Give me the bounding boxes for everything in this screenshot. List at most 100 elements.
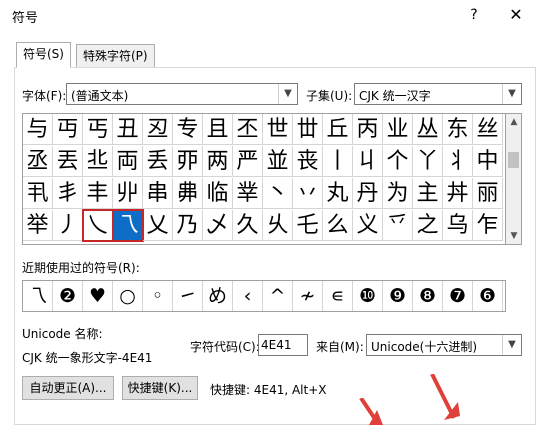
- from-select[interactable]: Unicode(十六进制) ▼: [366, 334, 522, 356]
- recent-symbol-cell[interactable]: ❻: [473, 281, 503, 311]
- font-label: 字体(F):: [22, 89, 67, 103]
- symbol-cell[interactable]: 丸: [323, 178, 353, 209]
- symbol-cell[interactable]: 丹: [353, 178, 383, 209]
- recent-symbol-cell[interactable]: ㇀: [173, 281, 203, 311]
- symbol-cell[interactable]: 乇: [293, 210, 323, 241]
- recent-symbol-cell[interactable]: ❷: [53, 281, 83, 311]
- symbol-cell[interactable]: 业: [383, 114, 413, 145]
- symbol-cell[interactable]: 丣: [173, 146, 203, 177]
- subset-select[interactable]: CJK 统一汉字 ▼: [354, 83, 522, 105]
- symbol-cell[interactable]: 乀: [82, 209, 114, 242]
- recent-symbol-cell[interactable]: ≁: [293, 281, 323, 311]
- recent-symbol-cell[interactable]: ❿: [353, 281, 383, 311]
- symbol-cell[interactable]: 临: [203, 178, 233, 209]
- symbol-cell[interactable]: 丕: [233, 114, 263, 145]
- recent-symbol-cell[interactable]: ^: [263, 281, 293, 311]
- symbol-cell[interactable]: 丛: [413, 114, 443, 145]
- symbol-cell[interactable]: 丙: [353, 114, 383, 145]
- symbol-cell[interactable]: 中: [473, 146, 503, 177]
- symbol-cell[interactable]: 丮: [23, 178, 53, 209]
- from-label: 来自(M):: [316, 340, 364, 354]
- symbol-cell[interactable]: 丐: [83, 114, 113, 145]
- symbol-cell[interactable]: 丫: [413, 146, 443, 177]
- symbol-cell[interactable]: 並: [263, 146, 293, 177]
- close-button[interactable]: ✕: [500, 2, 532, 28]
- symbol-cell[interactable]: 个: [383, 146, 413, 177]
- symbol-cell[interactable]: 乌: [443, 210, 473, 241]
- symbol-cell[interactable]: 举: [23, 210, 53, 241]
- symbol-cell[interactable]: 久: [233, 210, 263, 241]
- symbol-cell[interactable]: 丿: [53, 210, 83, 241]
- symbol-cell[interactable]: 丘: [323, 114, 353, 145]
- symbol-cell[interactable]: 之: [413, 210, 443, 241]
- symbol-cell[interactable]: 主: [413, 178, 443, 209]
- tab-symbols[interactable]: 符号(S): [16, 42, 71, 68]
- scroll-up-icon[interactable]: ▲: [506, 114, 522, 130]
- symbol-cell[interactable]: 串: [143, 178, 173, 209]
- title-bar: 符号 ? ✕: [0, 0, 546, 32]
- symbol-cell[interactable]: 丠: [83, 146, 113, 177]
- symbol-cell[interactable]: 乆: [263, 210, 293, 241]
- tab-special-characters[interactable]: 特殊字符(P): [76, 44, 155, 68]
- symbol-cell[interactable]: 丰: [83, 178, 113, 209]
- symbol-cell[interactable]: 丏: [53, 114, 83, 145]
- shortcut-info: 快捷键: 4E41, Alt+X: [210, 383, 327, 397]
- symbol-cell[interactable]: 乄: [203, 210, 233, 241]
- symbol-cell[interactable]: 严: [233, 146, 263, 177]
- symbol-cell[interactable]: 与: [23, 114, 53, 145]
- symbol-cell[interactable]: 丨: [323, 146, 353, 177]
- recent-symbol-cell[interactable]: ♥: [83, 281, 113, 311]
- symbol-cell[interactable]: 丶: [263, 178, 293, 209]
- symbol-cell[interactable]: 丝: [473, 114, 503, 145]
- symbol-cell[interactable]: 丽: [473, 178, 503, 209]
- symbol-cell[interactable]: 两: [203, 146, 233, 177]
- symbol-cell[interactable]: 为: [383, 178, 413, 209]
- symbol-cell[interactable]: 両: [113, 146, 143, 177]
- symbol-cell[interactable]: 乍: [473, 210, 503, 241]
- symbol-cell[interactable]: 乊: [383, 210, 413, 241]
- recent-symbol-cell[interactable]: ❼: [443, 281, 473, 311]
- symbol-cell[interactable]: 丱: [113, 178, 143, 209]
- symbol-cell[interactable]: 丒: [143, 114, 173, 145]
- symbol-cell[interactable]: 专: [173, 114, 203, 145]
- recent-symbol-cell[interactable]: ∊: [323, 281, 353, 311]
- help-button[interactable]: ?: [460, 2, 488, 28]
- scroll-down-icon[interactable]: ▼: [506, 228, 522, 244]
- symbol-cell[interactable]: 丬: [443, 146, 473, 177]
- symbol-cell[interactable]: 东: [443, 114, 473, 145]
- symbol-cell[interactable]: 丞: [23, 146, 53, 177]
- symbol-cell[interactable]: 丷: [293, 178, 323, 209]
- symbol-grid-scrollbar[interactable]: ▲ ▼: [506, 113, 522, 245]
- symbol-cell[interactable]: 丧: [293, 146, 323, 177]
- font-select-value: (普通文本): [71, 89, 129, 103]
- symbol-cell[interactable]: 丩: [353, 146, 383, 177]
- char-code-input[interactable]: [261, 336, 307, 354]
- symbol-cell[interactable]: 世: [263, 114, 293, 145]
- symbol-cell[interactable]: 丗: [293, 114, 323, 145]
- recent-symbol-cell[interactable]: め: [203, 281, 233, 311]
- symbol-cell[interactable]: 丢: [143, 146, 173, 177]
- symbol-cell[interactable]: 乃: [173, 210, 203, 241]
- char-code-field[interactable]: [258, 334, 308, 356]
- symbol-cell[interactable]: 且: [203, 114, 233, 145]
- recent-symbol-cell[interactable]: ‹: [233, 281, 263, 311]
- symbol-cell[interactable]: 乂: [143, 210, 173, 241]
- symbol-cell[interactable]: 么: [323, 210, 353, 241]
- symbol-cell[interactable]: 丵: [233, 178, 263, 209]
- recent-symbol-cell[interactable]: ❾: [383, 281, 413, 311]
- symbol-cell[interactable]: 丼: [443, 178, 473, 209]
- recent-symbol-cell[interactable]: ◦: [143, 281, 173, 311]
- recent-symbol-cell[interactable]: ○: [113, 281, 143, 311]
- recent-symbol-cell[interactable]: ❽: [413, 281, 443, 311]
- recent-symbol-cell[interactable]: 乁: [23, 281, 53, 311]
- font-select[interactable]: (普通文本) ▼: [66, 83, 298, 105]
- symbol-cell[interactable]: 丑: [113, 114, 143, 145]
- symbol-cell[interactable]: 义: [353, 210, 383, 241]
- symbol-cell[interactable]: 丟: [53, 146, 83, 177]
- autocorrect-button[interactable]: 自动更正(A)...: [22, 376, 114, 400]
- symbol-cell[interactable]: 丯: [53, 178, 83, 209]
- symbol-cell[interactable]: 乁: [112, 209, 144, 242]
- shortcut-key-button[interactable]: 快捷键(K)...: [122, 376, 198, 400]
- scrollbar-thumb[interactable]: [508, 152, 519, 168]
- symbol-cell[interactable]: 丳: [173, 178, 203, 209]
